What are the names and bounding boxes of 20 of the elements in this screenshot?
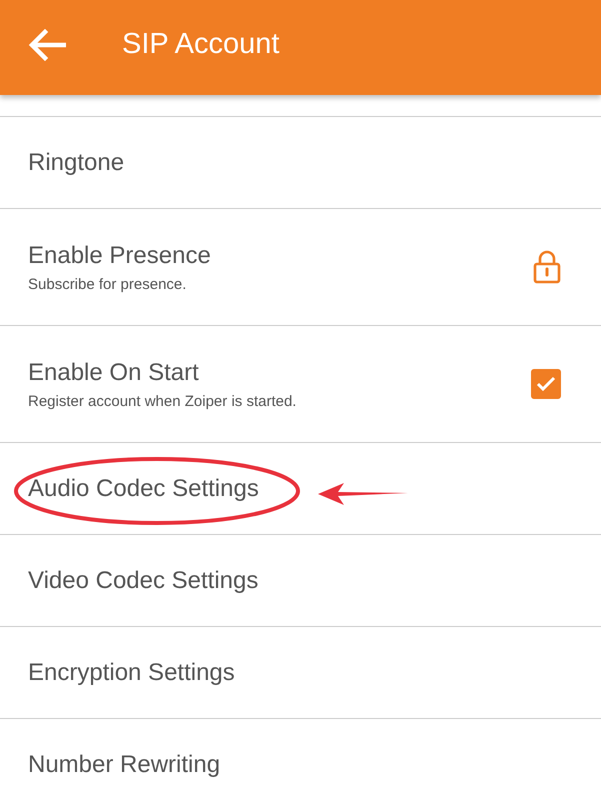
setting-description: Subscribe for presence. xyxy=(28,276,188,292)
settings-row[interactable]: Video Codec Settings xyxy=(0,534,601,626)
setting-title: Encryption Settings xyxy=(28,658,235,686)
setting-title: Video Codec Settings xyxy=(28,566,258,594)
settings-row[interactable]: Audio Codec Settings xyxy=(0,442,601,534)
setting-title: Enable Presence xyxy=(28,242,211,270)
back-arrow-icon[interactable] xyxy=(28,28,66,60)
settings-row[interactable]: Ringtone xyxy=(0,116,601,208)
checkbox[interactable] xyxy=(531,369,561,399)
setting-title: Enable On Start xyxy=(28,358,200,386)
settings-row[interactable]: Enable On Start Register account when Zoiper is started. xyxy=(0,325,601,442)
setting-description: Register account when Zoiper is started. xyxy=(28,392,296,410)
setting-title: Number Rewriting xyxy=(28,750,220,778)
setting-title: Audio Codec Settings xyxy=(28,474,259,502)
setting-title: Ringtone xyxy=(28,148,124,176)
padlock-icon[interactable] xyxy=(533,250,561,284)
screen-title: SIP Account xyxy=(122,28,280,61)
settings-row[interactable]: Number Rewriting xyxy=(0,718,601,807)
settings-row[interactable]: Enable Presence Subscribe for presence. xyxy=(0,208,601,325)
settings-row[interactable]: Encryption Settings xyxy=(0,626,601,718)
